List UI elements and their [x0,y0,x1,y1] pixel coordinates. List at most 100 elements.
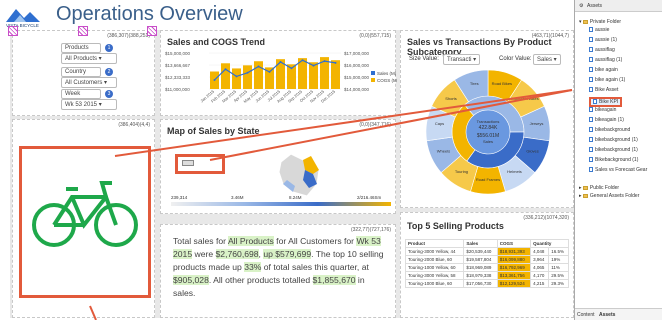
map-title: Map of Sales by State [167,126,260,136]
table-cell: $13,361,756 [496,271,532,280]
size-label: (0,0)(557,715) [359,33,391,39]
asset-item[interactable]: bike again [589,67,618,73]
asset-item[interactable]: aussiflag [589,47,615,53]
tooltip-thumb [182,160,194,166]
asset-item[interactable]: Sales vs Forecast Gear [589,167,647,173]
page-title: Operations Overview [56,3,243,25]
scale-min: 239,314 [171,195,188,200]
segment-label: Wheels [437,148,450,153]
table-cell: $16,099,880 [496,255,532,264]
map-panel[interactable]: (0,0)(347,716) Map of Sales by State 239… [160,119,396,214]
table-cell: 29.5% [548,271,569,280]
size-label: (386,404)(4,4) [118,122,150,128]
asset-item[interactable]: bike again (1) [589,77,625,83]
image-panel[interactable]: (386,404)(4,4) [12,119,155,318]
y-left-tick: $11,000,000 [165,87,190,92]
top-products-table: Product Sales COGS Quantity Touring-3000… [404,239,569,288]
segment-label: Shorts [445,96,457,101]
sunburst-chart: Road Bikes Mountain Bikes Jerseys Gloves Hel… [425,69,551,195]
center-transactions-value: 422.84K [479,125,498,131]
sales-point [290,67,293,70]
color-value-select[interactable]: Sales ▾ [533,54,561,65]
segment-label: Road Frames [476,177,500,182]
week-filter-select[interactable]: Wk 53 2015 ▾ [61,99,117,110]
cogs-bar [331,60,340,89]
tab-content[interactable]: Content [577,312,595,318]
filter-number-badge: 3 [105,90,113,98]
cogs-bar [221,63,230,89]
public-folder[interactable]: ▸ Public Folder [579,185,619,191]
size-value-label: Size Value: [409,56,439,62]
table-row: Touring-1000 Blue, 60 $17,056,730 $12,129,… [404,279,569,288]
y-right-tick: $14,000,000 [344,87,370,92]
tab-assets[interactable]: Assets [599,312,615,318]
products-filter-select[interactable]: All Products ▾ [61,53,117,64]
table-row: Touring-2000 Blue, 60 $19,587,804 $16,099,… [404,255,569,264]
segment-label: Helmets [507,169,522,174]
y-right-tick: $17,000,000 [344,51,370,56]
trend-panel[interactable]: (0,0)(557,715) Sales and COGS Trend $15,… [160,30,397,116]
segment-label: Tires [470,81,479,86]
country-filter-label: Country [61,67,101,77]
table-cell: Touring-3000 Yellow, 58 [404,271,465,280]
sales-point [323,60,326,63]
table-cell: 19% [548,255,569,264]
table-cell: 4,215 [530,279,550,288]
week-filter-label: Week [61,89,101,99]
segment-label: Road Bikes [492,81,512,86]
sales-point [246,71,249,74]
bike-image-frame [19,146,151,298]
general-folder[interactable]: ▸ General Assets Folder [579,193,639,199]
asset-item[interactable]: bikebackground (1) [589,137,638,143]
table-cell: $16,792,969 [496,263,532,272]
table-row: Touring-3000 Yellow, 44 $20,539,440 $18,93… [404,247,569,256]
resize-handle[interactable] [8,26,18,36]
table-cell: 11% [548,263,569,272]
assets-tabs: Content Assets [575,308,662,320]
table-cell: 29.3% [548,279,569,288]
sales-point [279,61,282,63]
map-color-scale [171,202,391,206]
asset-item[interactable]: bikebackground (1) [589,147,638,153]
asset-item[interactable]: bikeagain [589,107,616,113]
asset-item[interactable]: aussie [589,27,609,33]
asset-item[interactable]: Bikebackground (1) [589,157,638,163]
asset-item[interactable]: bikebackground [589,127,630,133]
country-filter-select[interactable]: All Customers ▾ [61,77,117,88]
filter-number-badge: 1 [105,44,113,52]
table-cell: $17,056,730 [463,279,498,288]
resize-handle[interactable] [78,26,88,36]
private-folder[interactable]: ▾ Private Folder [579,19,621,25]
table-cell: Touring-1000 Yellow, 60 [404,263,465,272]
subcat-panel[interactable]: (463,71)(1044,7) Sales vs Transactions B… [400,30,574,208]
asset-item[interactable]: Bike KPI [589,97,623,107]
scale-max: 2/216.46Sm [357,195,382,200]
size-label: (0,0)(347,716) [359,122,391,128]
col-cogs: COGS [496,239,532,248]
bike-icon [32,181,138,247]
legend-sales: Sales (M) [377,71,397,76]
segment-label: Mountain Bikes [511,96,538,101]
asset-item[interactable]: Bike Asset [589,87,618,93]
size-value-select[interactable]: Transacti ▾ [443,54,481,65]
legend-swatch-sales [371,71,375,75]
y-right-tick: $16,000,000 [344,63,370,68]
table-cell: $18,979,338 [463,271,498,280]
asset-item[interactable]: bikeagain (1) [589,117,624,123]
assets-pane: ⚙ Assets ▾ Private Folder aussie aussie (… [574,0,662,320]
center-transactions-label: Transactions [477,119,500,124]
asset-item[interactable]: aussiflag (1) [589,57,622,63]
asset-item[interactable]: aussie (1) [589,37,617,43]
gear-icon[interactable]: ⚙ [579,3,583,9]
filter-panel[interactable]: (386,307)(388,251) Products 1 All Produc… [8,26,157,116]
assets-header-label: Assets [587,3,603,9]
cogs-bar [232,68,241,89]
narrative-panel[interactable]: (322,77)(727,176) Total sales for All Pr… [160,224,396,318]
top-products-panel[interactable]: (336,212)(1074,320) Top 5 Selling Produc… [400,212,574,318]
table-cell: 3,964 [530,255,550,264]
col-sales: Sales [463,239,498,248]
table-cell: $12,129,524 [496,279,532,288]
resize-handle[interactable] [147,26,157,36]
table-cell: 4,048 [530,247,550,256]
products-filter-label: Products [61,43,101,53]
